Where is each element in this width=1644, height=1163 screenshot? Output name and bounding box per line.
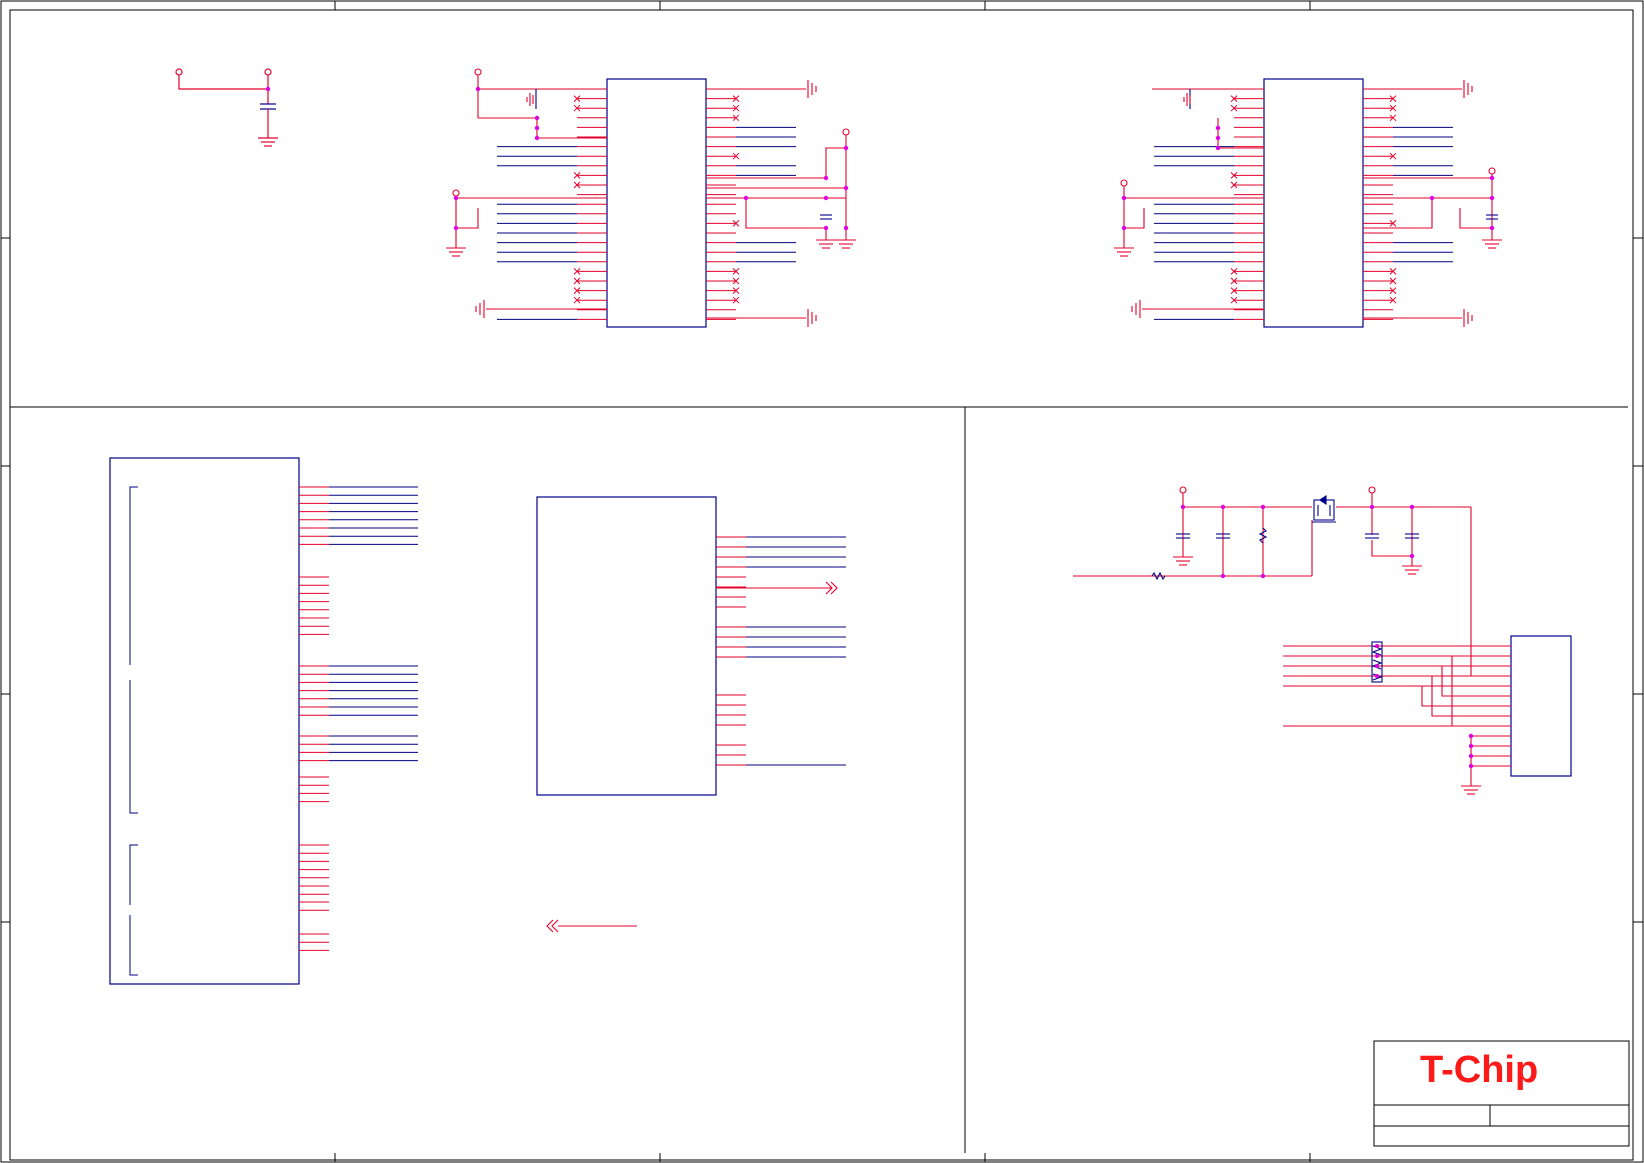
middle-chip-pins: [716, 536, 846, 766]
ic2-chip: [1114, 78, 1502, 328]
company-logo: T-Chip: [1420, 1049, 1538, 1091]
ic2-pins: [1154, 88, 1453, 320]
cap-circuit-top-left: [175, 68, 278, 147]
ic1-chip: [446, 68, 856, 328]
power-junctions: [1180, 504, 1474, 769]
ic1-pins: [497, 88, 796, 320]
ic1-junctions: [453, 86, 849, 231]
ic1-surround: [446, 68, 856, 327]
ic2-surround: [1114, 80, 1502, 327]
main-connector: [109, 457, 418, 985]
title-block: T-Chip: [1373, 1040, 1630, 1147]
middle-chip: [536, 496, 846, 933]
connector-pins: [299, 486, 418, 951]
schematic-sheet: T-Chip: [0, 0, 1644, 1163]
power-switch-circuit: [1073, 486, 1572, 795]
